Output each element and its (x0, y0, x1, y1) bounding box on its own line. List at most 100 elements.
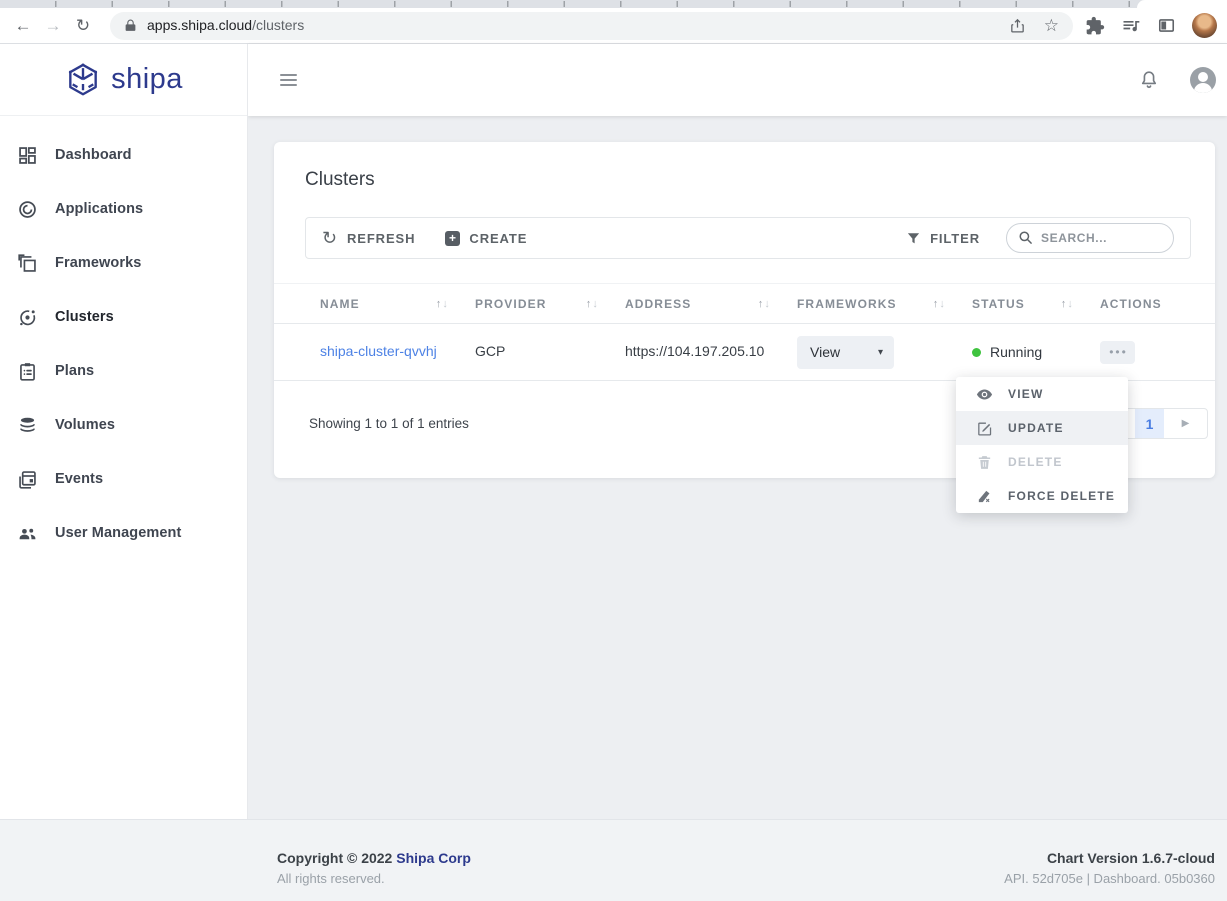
status-label: Running (990, 344, 1043, 360)
sidebar-item-frameworks[interactable]: Frameworks (0, 236, 247, 290)
edit-icon (976, 420, 993, 437)
rights-text: All rights reserved. (277, 871, 385, 886)
entries-summary: Showing 1 to 1 of 1 entries (309, 416, 469, 431)
next-page-button[interactable]: ▶ (1164, 409, 1207, 438)
sort-icon[interactable]: ↑↓ (436, 298, 449, 310)
menu-item-delete[interactable]: DELETE (956, 445, 1128, 479)
sidebar-item-user-management[interactable]: User Management (0, 506, 247, 560)
database-icon (17, 415, 38, 436)
table-row: shipa-cluster-qvvhj GCP https://104.197.… (274, 324, 1215, 381)
sidebar-item-label: Volumes (55, 417, 116, 433)
actions-dropdown-menu: VIEW UPDATE DELETE FORCE DELETE (956, 377, 1128, 513)
column-header-frameworks[interactable]: FRAMEWORKS ↑↓ (797, 297, 972, 311)
active-tab-corner (1137, 0, 1227, 8)
filter-button[interactable]: FILTER (906, 231, 980, 246)
url-host: apps.shipa.cloud (147, 16, 253, 33)
dashboard-grid-icon (17, 145, 38, 166)
sidebar: shipa Dashboard Applications Frameworks (0, 44, 248, 819)
page-title: Clusters (305, 169, 375, 190)
sort-icon[interactable]: ↑↓ (1061, 298, 1074, 310)
sort-icon[interactable]: ↑↓ (758, 298, 771, 310)
menu-item-label: UPDATE (1008, 421, 1064, 435)
search-icon (1018, 230, 1033, 245)
shipa-logo-text: shipa (111, 63, 183, 95)
forward-icon[interactable]: → (38, 16, 68, 36)
media-playlist-icon[interactable] (1121, 16, 1141, 36)
footer: Copyright © 2022 Shipa Corp All rights r… (0, 819, 1227, 901)
status-cell: Running (972, 344, 1074, 360)
funnel-icon (906, 231, 921, 246)
stacked-squares-icon (17, 253, 38, 274)
column-label: STATUS (972, 296, 1025, 311)
browser-toolbar: ← → ↻ apps.shipa.cloud/clusters ☆ (0, 8, 1227, 44)
menu-item-label: DELETE (1008, 455, 1063, 469)
force-delete-icon (976, 488, 993, 505)
copyright-line: Copyright © 2022 Shipa Corp (277, 850, 471, 866)
ellipsis-icon: ••• (1109, 345, 1128, 359)
sidebar-item-label: Clusters (55, 309, 114, 325)
hamburger-menu-icon[interactable] (280, 71, 297, 89)
sidebar-item-events[interactable]: Events (0, 452, 247, 506)
column-header-address[interactable]: ADDRESS ↑↓ (625, 297, 797, 311)
extensions-puzzle-icon[interactable] (1085, 16, 1105, 36)
frameworks-view-dropdown[interactable]: View ▾ (797, 335, 894, 369)
create-button[interactable]: + CREATE (445, 230, 528, 246)
column-header-name[interactable]: NAME ↑↓ (320, 297, 475, 311)
bookmark-star-icon[interactable]: ☆ (1044, 16, 1059, 36)
sidebar-item-clusters[interactable]: Clusters (0, 290, 247, 344)
row-actions-button[interactable]: ••• (1100, 340, 1135, 364)
tab-separators (0, 1, 1136, 7)
clipboard-icon (17, 361, 38, 382)
url-path: /clusters (252, 16, 305, 33)
back-icon[interactable]: ← (8, 16, 38, 36)
eye-icon (976, 386, 993, 403)
sidebar-item-plans[interactable]: Plans (0, 344, 247, 398)
orbit-icon (17, 307, 38, 328)
menu-item-label: FORCE DELETE (1008, 489, 1116, 503)
shipa-cube-icon (64, 61, 102, 99)
column-header-actions: ACTIONS (1100, 297, 1215, 311)
copyright-text: Copyright © 2022 (277, 850, 397, 866)
browser-tab-strip (0, 0, 1227, 8)
sidebar-item-label: Plans (55, 363, 95, 379)
column-header-status[interactable]: STATUS ↑↓ (972, 297, 1100, 311)
menu-item-view[interactable]: VIEW (956, 377, 1128, 411)
sidebar-item-dashboard[interactable]: Dashboard (0, 128, 247, 182)
address-cell: https://104.197.205.10 (625, 343, 765, 359)
create-label: CREATE (469, 230, 528, 246)
sidebar-item-applications[interactable]: Applications (0, 182, 247, 236)
table-toolbar: ↻ REFRESH + CREATE FILTER (305, 217, 1191, 259)
sidebar-item-label: Events (55, 471, 104, 487)
notifications-bell-icon[interactable] (1138, 69, 1160, 91)
column-header-provider[interactable]: PROVIDER ↑↓ (475, 297, 625, 311)
plus-icon: + (445, 230, 461, 246)
share-icon[interactable] (1009, 17, 1026, 34)
sort-icon[interactable]: ↑↓ (933, 298, 946, 310)
company-link[interactable]: Shipa Corp (396, 850, 471, 866)
shipa-logo[interactable]: shipa (0, 44, 247, 116)
app-topbar (248, 44, 1227, 116)
sidebar-item-volumes[interactable]: Volumes (0, 398, 247, 452)
column-label: ACTIONS (1100, 296, 1162, 311)
column-label: PROVIDER (475, 296, 547, 311)
menu-item-force-delete[interactable]: FORCE DELETE (956, 479, 1128, 513)
provider-cell: GCP (475, 343, 506, 359)
side-panel-icon[interactable] (1157, 16, 1176, 35)
address-bar[interactable]: apps.shipa.cloud/clusters ☆ (110, 11, 1073, 40)
chart-version: Chart Version 1.6.7-cloud (1046, 850, 1215, 866)
browser-profile-avatar[interactable] (1192, 13, 1217, 38)
account-avatar-icon[interactable] (1190, 67, 1216, 93)
sort-icon[interactable]: ↑↓ (586, 298, 599, 310)
current-page-button[interactable]: 1 (1135, 409, 1164, 438)
cluster-name-link[interactable]: shipa-cluster-qvvhj (320, 343, 437, 359)
people-icon (17, 523, 38, 544)
column-label: NAME (320, 296, 360, 311)
reload-icon[interactable]: ↻ (68, 16, 98, 36)
search-box (1006, 223, 1174, 253)
view-dropdown-label: View (810, 344, 841, 360)
table-header-row: NAME ↑↓ PROVIDER ↑↓ ADDRESS ↑↓ FRAMEWORK… (274, 283, 1215, 324)
sidebar-item-label: Applications (55, 201, 144, 217)
menu-item-label: VIEW (1008, 387, 1044, 401)
menu-item-update[interactable]: UPDATE (956, 411, 1128, 445)
refresh-button[interactable]: ↻ REFRESH (322, 229, 415, 247)
